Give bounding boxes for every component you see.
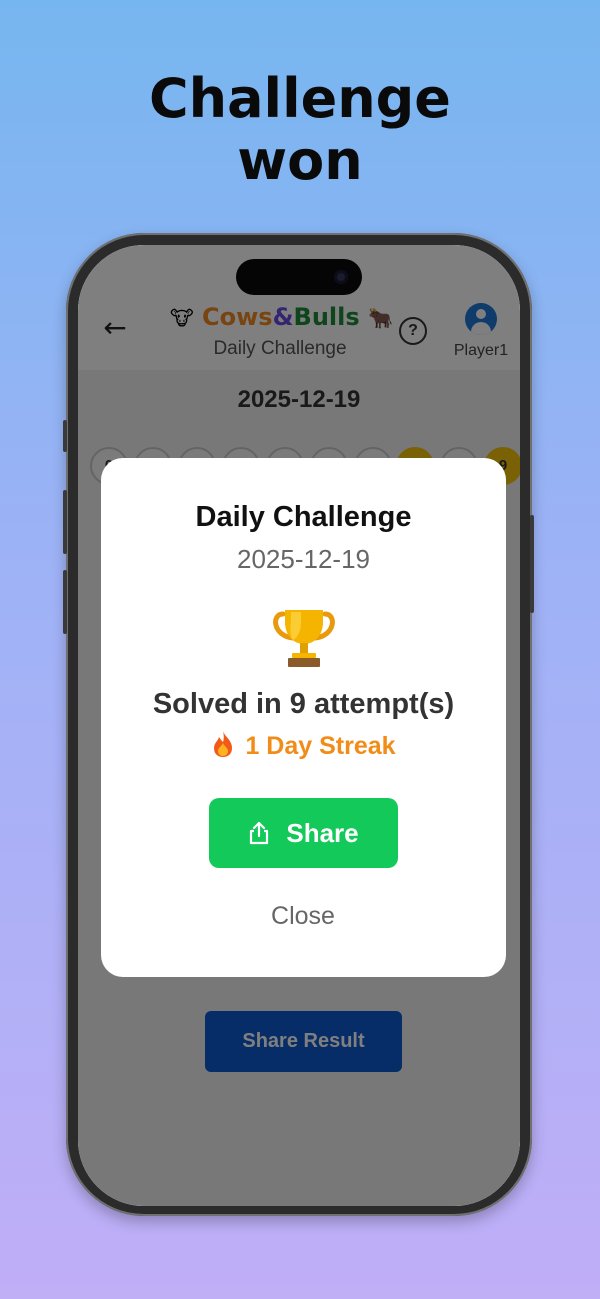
headline-line-2: won [237,129,363,192]
phone-volume-down-button [63,570,67,634]
dialog-title: Daily Challenge [195,501,412,533]
headline: Challenge won [0,68,600,192]
headline-line-1: Challenge [149,67,451,130]
phone-action-button [63,420,67,452]
phone-screen: ← 🐮 Cows&Bulls 🐂 Daily Challenge ? Playe… [78,245,520,1206]
result-dialog: Daily Challenge 2025-12-19 Solved in 9 a… [101,458,506,977]
solved-attempts-text: Solved in 9 attempt(s) [152,688,455,720]
dialog-date: 2025-12-19 [237,544,370,574]
phone-volume-up-button [63,490,67,554]
share-button[interactable]: Share [209,798,398,868]
share-icon [250,821,269,845]
close-button[interactable]: Close [228,898,378,934]
front-camera [334,270,348,284]
trophy-icon [273,610,335,667]
phone-power-button [530,515,534,613]
streak-text: 1 Day Streak [245,732,396,760]
flame-icon [214,731,233,757]
share-button-label: Share [286,818,359,848]
streak-row: 1 Day Streak [101,730,506,762]
dynamic-island [236,259,362,295]
